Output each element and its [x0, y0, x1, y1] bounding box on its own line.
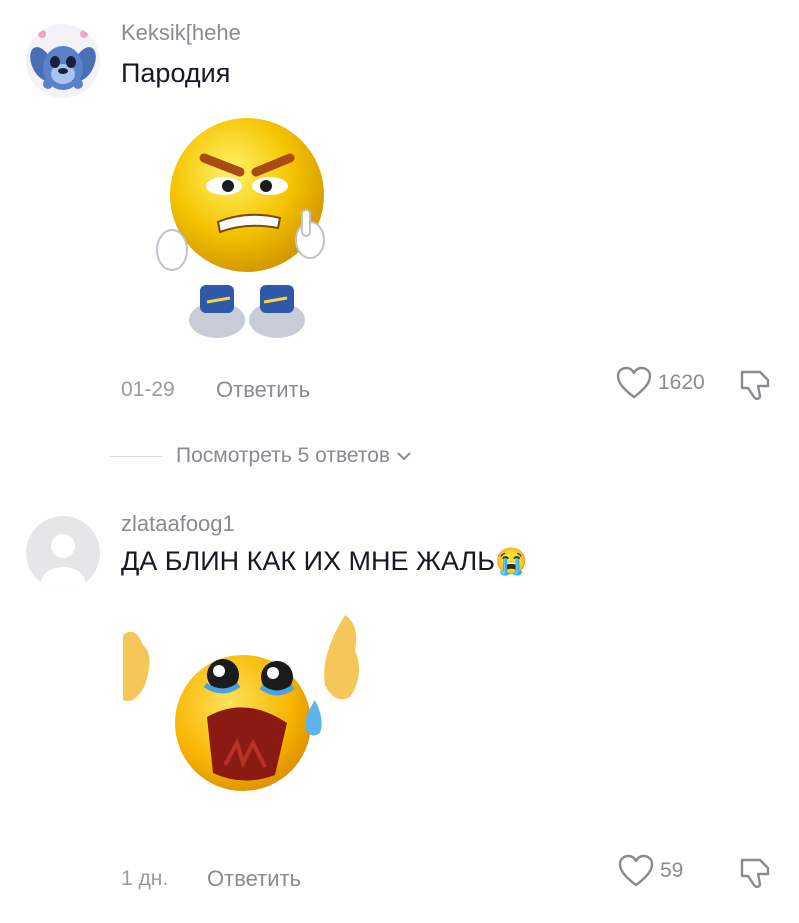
- view-replies-button[interactable]: Посмотреть 5 ответов: [110, 444, 412, 468]
- comment-date: 1 дн.: [121, 867, 169, 890]
- heart-icon: [618, 854, 654, 887]
- chevron-down-icon: [397, 452, 411, 461]
- like-button[interactable]: 59: [618, 854, 683, 888]
- comment-username[interactable]: Keksik[hehe: [121, 20, 241, 46]
- stitch-avatar-icon: [26, 24, 100, 98]
- dislike-icon: [740, 858, 770, 888]
- user-avatar[interactable]: [26, 516, 100, 590]
- view-replies-label: Посмотреть 5 ответов: [176, 444, 391, 467]
- comment-username[interactable]: zlataafoog1: [121, 511, 235, 537]
- like-count: 1620: [658, 371, 705, 394]
- dislike-icon: [740, 370, 770, 400]
- reply-button[interactable]: Ответить: [207, 866, 301, 892]
- heart-icon: [616, 366, 652, 399]
- angry-emoji-sticker: [152, 110, 342, 355]
- comment-text: Пародия: [121, 58, 231, 88]
- loudly-crying-face-icon: 😭: [495, 546, 528, 576]
- reply-button[interactable]: Ответить: [216, 377, 310, 403]
- like-count: 59: [660, 859, 684, 882]
- dislike-button[interactable]: [738, 368, 772, 402]
- comment-date: 01-29: [121, 378, 175, 401]
- comment-text-body: ДА БЛИН КАК ИХ МНЕ ЖАЛЬ: [121, 546, 495, 576]
- default-user-avatar-icon: [26, 516, 100, 590]
- dislike-button[interactable]: [738, 856, 772, 890]
- like-button[interactable]: 1620: [616, 366, 705, 400]
- user-avatar[interactable]: [26, 24, 100, 98]
- crying-emoji-sticker: [115, 605, 370, 820]
- comment-text: ДА БЛИН КАК ИХ МНЕ ЖАЛЬ 😭: [121, 546, 527, 577]
- divider-line: [110, 455, 162, 457]
